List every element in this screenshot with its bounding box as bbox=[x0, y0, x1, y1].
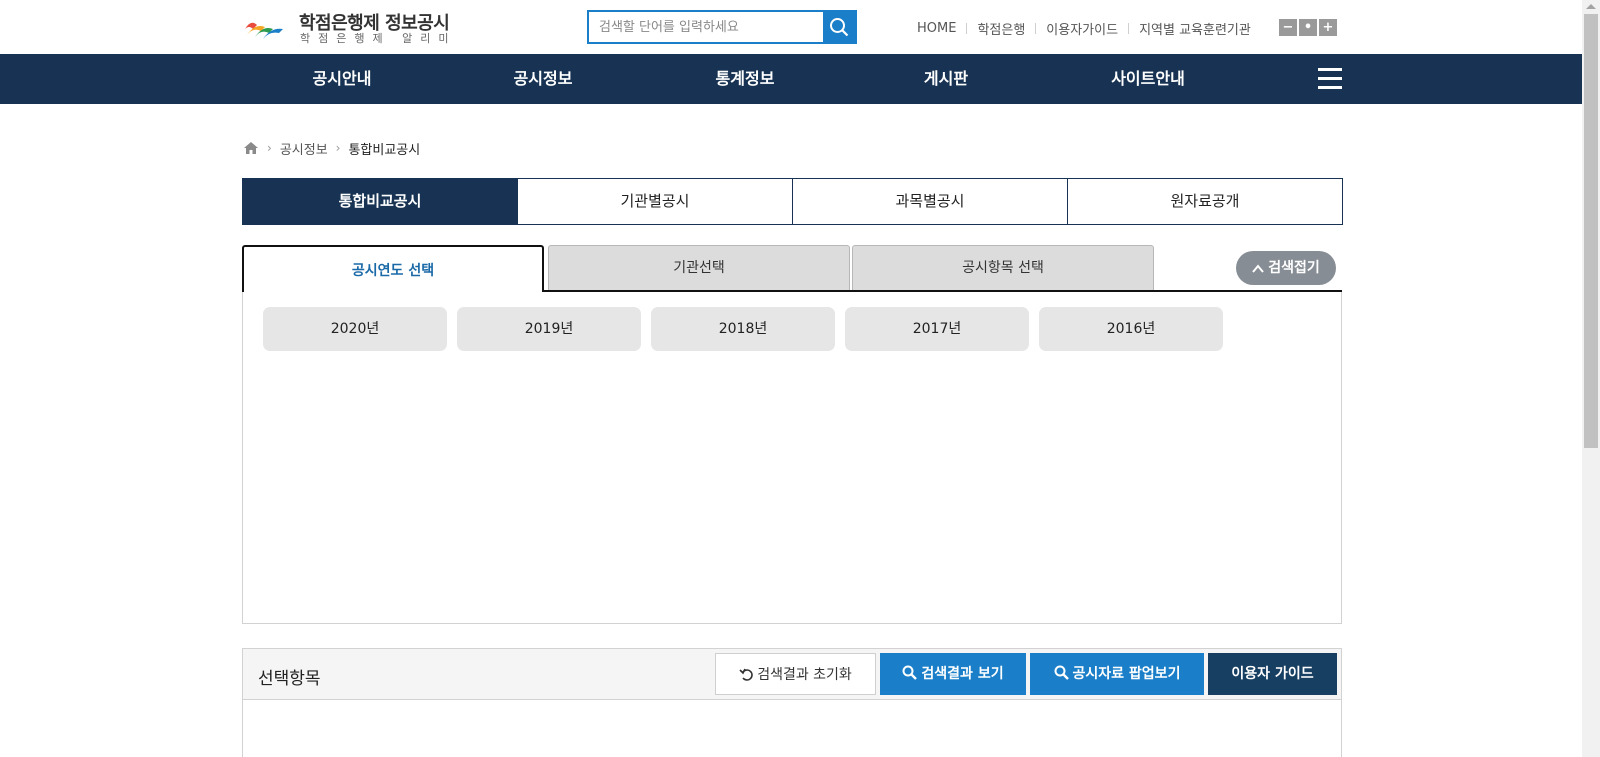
divider bbox=[966, 22, 968, 34]
util-link-regional-institutions[interactable]: 지역별 교육훈련기관 bbox=[1139, 19, 1251, 38]
chevron-up-icon bbox=[1252, 264, 1265, 273]
search-button[interactable] bbox=[823, 12, 855, 42]
gnb-item-statistics[interactable]: 통계정보 bbox=[675, 54, 815, 104]
search-sub-tabs: 공시연도 선택 기관선택 공시항목 선택 bbox=[242, 245, 1343, 292]
main-tabs: 통합비교공시 기관별공시 과목별공시 원자료공개 bbox=[242, 178, 1343, 225]
tab-by-subject[interactable]: 과목별공시 bbox=[793, 178, 1068, 225]
year-option[interactable]: 2020년 bbox=[263, 307, 447, 351]
util-link-user-guide[interactable]: 이용자가이드 bbox=[1046, 19, 1118, 38]
logo-mark-icon bbox=[245, 22, 283, 39]
view-results-label: 검색결과 보기 bbox=[921, 666, 1004, 682]
divider bbox=[1035, 22, 1037, 34]
reset-results-label: 검색결과 초기화 bbox=[757, 667, 852, 683]
main-navigation: 공시안내 공시정보 통계정보 게시판 사이트안내 bbox=[0, 54, 1582, 104]
year-option[interactable]: 2016년 bbox=[1039, 307, 1223, 351]
view-results-button[interactable]: 검색결과 보기 bbox=[880, 653, 1026, 695]
page: 학점은행제 정보공시 학점은행제 알리미 HOME 학점은행 이용자가이드 지역… bbox=[0, 0, 1582, 757]
selected-items-body bbox=[242, 700, 1342, 757]
util-link-home[interactable]: HOME bbox=[917, 21, 956, 36]
year-options: 2020년 2019년 2018년 2017년 2016년 bbox=[263, 307, 1223, 351]
scrollbar-thumb[interactable] bbox=[1584, 14, 1598, 448]
reset-results-button[interactable]: 검색결과 초기화 bbox=[715, 653, 876, 695]
subtab-institution-select[interactable]: 기관선택 bbox=[548, 245, 850, 290]
year-option[interactable]: 2018년 bbox=[651, 307, 835, 351]
menu-icon[interactable] bbox=[1318, 67, 1342, 91]
font-size-controls: − • + bbox=[1279, 19, 1337, 36]
gnb-item-disclosure-info[interactable]: 공시정보 bbox=[473, 54, 613, 104]
collapse-search-button[interactable]: 검색접기 bbox=[1236, 251, 1336, 285]
search-box bbox=[587, 10, 857, 44]
scroll-up-arrow-icon[interactable] bbox=[1586, 4, 1596, 9]
selected-items-title: 선택항목 bbox=[258, 669, 321, 689]
popup-view-button[interactable]: 공시자료 팝업보기 bbox=[1030, 653, 1204, 695]
gnb-item-site-guide[interactable]: 사이트안내 bbox=[1078, 54, 1218, 104]
gnb-item-disclosure-guide[interactable]: 공시안내 bbox=[272, 54, 412, 104]
home-icon[interactable] bbox=[243, 141, 259, 155]
font-increase-button[interactable]: + bbox=[1319, 19, 1337, 36]
tab-by-institution[interactable]: 기관별공시 bbox=[518, 178, 793, 225]
collapse-label: 검색접기 bbox=[1268, 260, 1320, 276]
tab-raw-data[interactable]: 원자료공개 bbox=[1068, 178, 1343, 225]
popup-view-label: 공시자료 팝업보기 bbox=[1072, 666, 1181, 682]
year-option[interactable]: 2017년 bbox=[845, 307, 1029, 351]
reset-icon bbox=[739, 668, 753, 681]
font-decrease-button[interactable]: − bbox=[1279, 19, 1297, 36]
search-icon bbox=[1054, 665, 1069, 680]
utility-nav: HOME 학점은행 이용자가이드 지역별 교육훈련기관 bbox=[917, 19, 1251, 38]
search-input[interactable] bbox=[589, 12, 823, 42]
gnb-item-board[interactable]: 게시판 bbox=[876, 54, 1016, 104]
breadcrumb-item[interactable]: 공시정보 bbox=[280, 139, 328, 158]
year-option[interactable]: 2019년 bbox=[457, 307, 641, 351]
chevron-right-icon: › bbox=[335, 141, 341, 155]
breadcrumb-current: 통합비교공시 bbox=[348, 142, 421, 158]
user-guide-button[interactable]: 이용자 가이드 bbox=[1208, 653, 1337, 695]
subtab-item-select[interactable]: 공시항목 선택 bbox=[852, 245, 1154, 290]
font-reset-button[interactable]: • bbox=[1299, 19, 1317, 36]
breadcrumb: › 공시정보 › 통합비교공시 bbox=[243, 139, 421, 158]
subtab-year-select[interactable]: 공시연도 선택 bbox=[242, 245, 544, 292]
util-link-credit-bank[interactable]: 학점은행 bbox=[977, 19, 1025, 38]
search-icon bbox=[902, 665, 918, 680]
logo-subtitle: 학점은행제 알리미 bbox=[300, 32, 457, 45]
divider bbox=[1128, 22, 1130, 34]
search-icon bbox=[830, 18, 849, 37]
chevron-right-icon: › bbox=[267, 141, 272, 155]
tab-integrated-comparison[interactable]: 통합비교공시 bbox=[242, 178, 518, 225]
site-logo[interactable]: 학점은행제 정보공시 학점은행제 알리미 bbox=[243, 12, 453, 46]
page-scrollbar[interactable] bbox=[1582, 0, 1600, 757]
